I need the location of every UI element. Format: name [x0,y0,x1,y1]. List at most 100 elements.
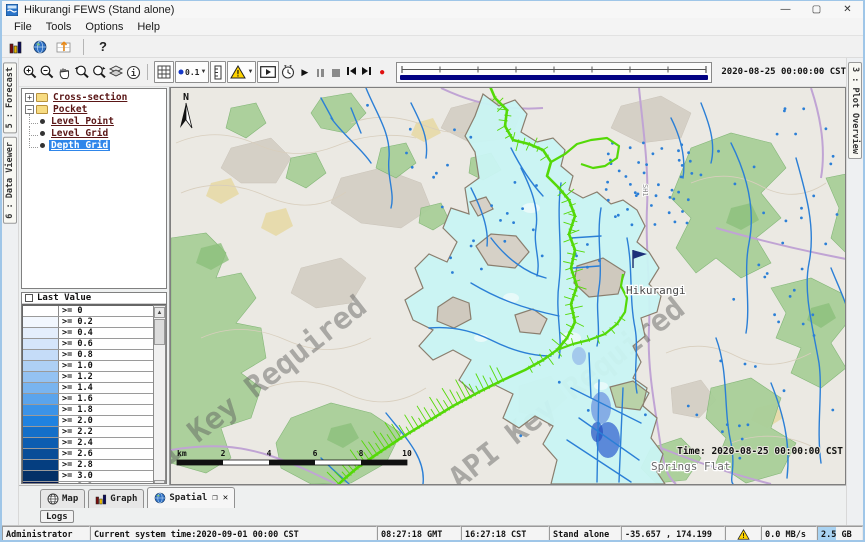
skip-to-end-button[interactable] [359,66,373,78]
status-coordinates: -35.657 , 174.199 [621,526,725,542]
warning-icon: ! [737,529,750,540]
legend-color-swatch [23,317,59,327]
tree-item-pocket[interactable]: −Pocket [22,103,166,115]
legend-row[interactable]: >= 1.0 [23,361,153,372]
tree-item-cross-section[interactable]: +Cross-section [22,91,166,103]
class-interval-combo[interactable]: 0.1 ▼ [175,61,209,83]
legend-row[interactable]: >= 0.6 [23,339,153,350]
legend-row[interactable]: >= 2.0 [23,416,153,427]
legend-class-label: >= 3.2 [59,482,153,484]
svg-text:!: ! [236,70,241,80]
play-button[interactable]: ▶ [298,67,312,78]
window-title: Hikurangi FEWS (Stand alone) [24,4,174,16]
record-button[interactable]: ● [375,67,389,78]
legend-class-table: >= 0>= 0.2>= 0.4>= 0.6>= 0.8>= 1.0>= 1.2… [22,305,153,484]
menu-help[interactable]: Help [130,20,167,34]
legend-row[interactable]: >= 1.8 [23,405,153,416]
last-value-checkbox[interactable] [25,294,33,302]
legend-row[interactable]: >= 2.4 [23,438,153,449]
legend-row[interactable]: >= 0.2 [23,317,153,328]
tab-graph[interactable]: Graph [88,489,144,508]
layers-icon[interactable] [108,61,124,83]
legend-row[interactable]: >= 2.8 [23,460,153,471]
collapse-icon[interactable]: − [25,105,34,114]
explorer-icon[interactable] [6,37,26,56]
legend-class-label: >= 3.0 [59,471,153,481]
legend-color-swatch [23,339,59,349]
zoom-previous-icon[interactable] [74,61,90,83]
expand-icon[interactable]: + [25,93,34,102]
grid-toggle-button[interactable] [154,61,174,83]
tree-item-level-point[interactable]: Level Point [22,115,166,127]
menubar: FileToolsOptionsHelp [2,18,863,36]
tree-item-depth-grid[interactable]: Depth Grid [22,139,166,151]
pause-button[interactable] [313,67,327,77]
ruler-button[interactable] [210,61,226,83]
status-memory: 2.5 GB [817,526,863,542]
menu-file[interactable]: File [7,20,39,34]
warning-dropdown-button[interactable]: ! ▼ [227,61,256,83]
tree-item-level-grid[interactable]: Level Grid [22,127,166,139]
tab-forecast[interactable]: 5 : Forecast [3,62,17,133]
tree-connector [29,114,38,124]
map-view[interactable]: API Key Required API Key Required [170,87,846,485]
app-window: Hikurangi FEWS (Stand alone) — ▢ ✕ FileT… [0,0,865,542]
stop-button[interactable] [329,67,343,77]
animation-clock-icon[interactable] [280,61,296,83]
scroll-up-icon[interactable]: ▲ [154,307,165,318]
minimize-button[interactable]: — [770,1,801,18]
movie-export-button[interactable] [257,61,279,83]
legend-row[interactable]: >= 1.2 [23,372,153,383]
legend-row[interactable]: >= 0.8 [23,350,153,361]
svg-text:!: ! [741,531,745,540]
legend-class-label: >= 1.6 [59,394,153,404]
legend-class-label: >= 0 [59,306,153,316]
zoom-out-icon[interactable] [39,61,55,83]
menu-options[interactable]: Options [78,20,130,34]
legend-row[interactable]: >= 0.4 [23,328,153,339]
tab-plot-overview[interactable]: 3 : Plot Overview [848,62,862,159]
info-icon[interactable]: i [125,61,141,83]
legend-row[interactable]: >= 1.4 [23,383,153,394]
legend-row[interactable]: >= 1.6 [23,394,153,405]
status-gmt-time: 08:27:18 GMT [377,526,461,542]
timeline-progress-bar [400,75,708,80]
scrollbar-thumb[interactable] [154,319,165,345]
help-button[interactable]: ? [93,37,113,56]
legend-color-swatch [23,372,59,382]
legend-row[interactable]: >= 0 [23,306,153,317]
logs-button[interactable]: Logs [40,510,74,523]
legend-scrollbar[interactable]: ▲ ▼ [153,305,166,484]
legend-row[interactable]: >= 2.6 [23,449,153,460]
tab-data-viewer[interactable]: 6 : Data Viewer [3,137,17,224]
legend-color-swatch [23,416,59,426]
close-button[interactable]: ✕ [832,1,863,18]
zoom-in-icon[interactable] [22,61,38,83]
grid-display-icon[interactable] [54,37,74,56]
maximize-button[interactable]: ▢ [801,1,832,18]
legend-row[interactable]: >= 3.0 [23,471,153,482]
skip-to-start-button[interactable] [344,66,358,78]
legend-class-label: >= 0.4 [59,328,153,338]
tab-map[interactable]: Map [40,489,85,508]
bar-chart-icon [95,493,107,505]
legend-row[interactable]: >= 3.2 [23,482,153,484]
legend-color-swatch [23,383,59,393]
timeline-slider[interactable] [396,62,712,83]
app-icon [6,4,18,16]
status-local-time: 16:27:18 CST [461,526,549,542]
scroll-down-icon[interactable]: ▼ [154,480,165,484]
menu-tools[interactable]: Tools [39,20,79,34]
status-warning[interactable]: ! [725,526,761,542]
tab-spatial[interactable]: Spatial ❐ ✕ [147,487,235,508]
legend-row[interactable]: >= 2.2 [23,427,153,438]
globe-icon[interactable] [30,37,50,56]
data-viewer-panel: +Cross-section−PocketLevel PointLevel Gr… [19,87,170,485]
legend-color-swatch [23,460,59,470]
legend-color-swatch [23,394,59,404]
tab-close-icon[interactable]: ✕ [223,493,228,503]
zoom-next-icon[interactable] [91,61,107,83]
legend-class-label: >= 2.2 [59,427,153,437]
tab-maximize-icon[interactable]: ❐ [212,493,217,503]
pan-hand-icon[interactable] [56,61,72,83]
